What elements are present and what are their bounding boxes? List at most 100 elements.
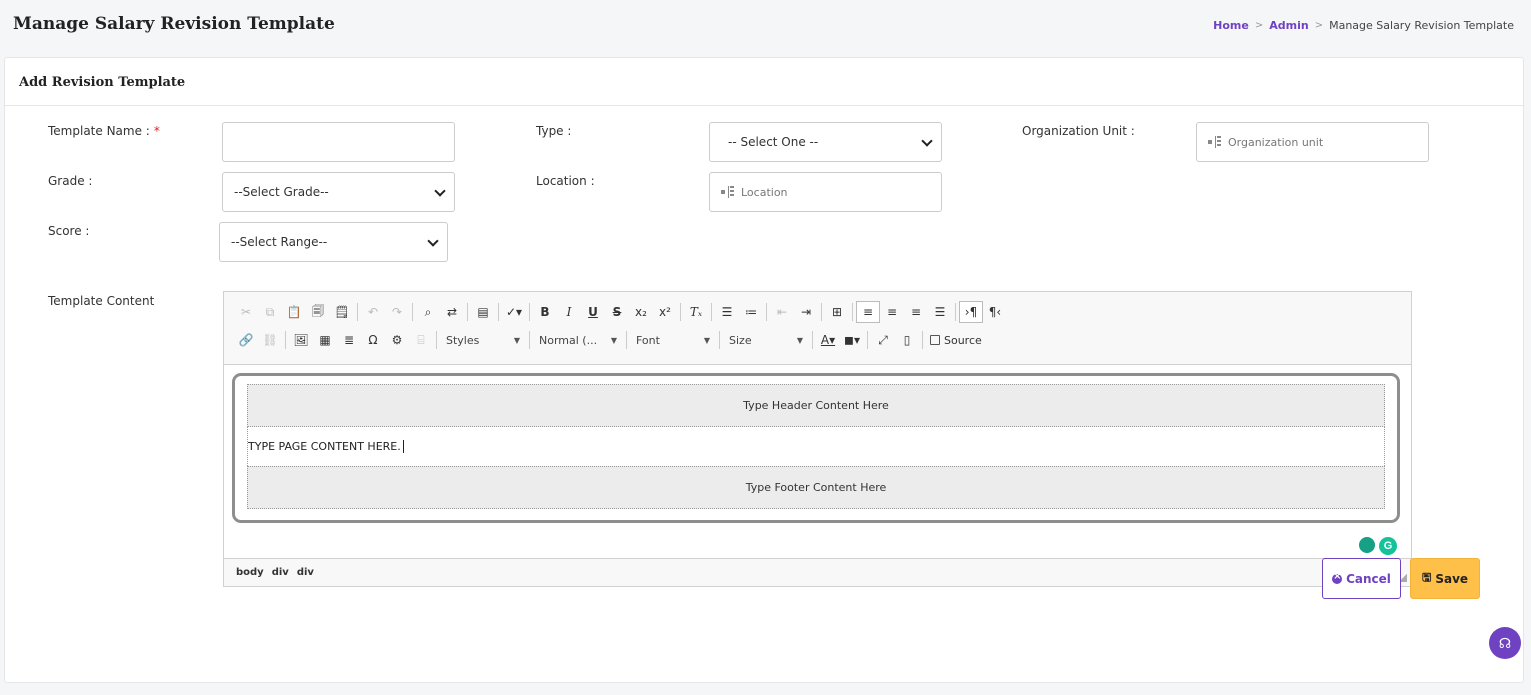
show-blocks-icon[interactable]: ▯ — [895, 329, 919, 351]
gear-icon[interactable]: ⚙ — [385, 329, 409, 351]
toolbar-row-1: ✂ ⧉ 📋 🗐 🗒 ↶ ↷ ⌕ ⇄ ▤ ✓▾ B I U S x₂ x² Tₓ … — [234, 298, 1401, 326]
type-select-value: -- Select One -- — [728, 135, 819, 149]
toolbar-divider — [436, 331, 437, 349]
toolbar-divider — [812, 331, 813, 349]
numbered-list-icon[interactable]: ☰ — [715, 301, 739, 323]
toolbar-divider — [626, 331, 627, 349]
text-direction-rtl-icon[interactable]: ¶‹ — [983, 301, 1007, 323]
grade-select[interactable]: --Select Grade-- — [222, 172, 455, 212]
breadcrumb-home-link[interactable]: Home — [1213, 19, 1249, 32]
styles-combo[interactable]: Styles ▼ — [440, 330, 526, 350]
underline-icon[interactable]: U — [581, 301, 605, 323]
bulleted-list-icon[interactable]: ≔ — [739, 301, 763, 323]
find-icon[interactable]: ⌕ — [416, 301, 440, 323]
text-direction-ltr-icon[interactable]: ›¶ — [959, 301, 983, 323]
paste-text-icon[interactable]: 🗐 — [306, 301, 330, 323]
align-center-icon[interactable]: ≡ — [880, 301, 904, 323]
paste-word-icon[interactable]: 🗒 — [330, 301, 354, 323]
strikethrough-icon[interactable]: S — [605, 301, 629, 323]
superscript-icon[interactable]: x² — [653, 301, 677, 323]
path-item[interactable]: div — [272, 567, 289, 578]
path-item[interactable]: body — [236, 567, 264, 578]
template-name-label-text: Template Name : — [48, 124, 150, 138]
score-select[interactable]: --Select Range-- — [219, 222, 448, 262]
chevron-down-icon — [921, 135, 933, 147]
align-right-icon[interactable]: ≡ — [904, 301, 928, 323]
grammarly-icon[interactable]: G — [1379, 537, 1397, 555]
font-combo[interactable]: Font ▼ — [630, 330, 716, 350]
template-body-section[interactable]: TYPE PAGE CONTENT HERE. — [247, 427, 1385, 466]
text-color-icon[interactable]: A▾ — [816, 329, 840, 351]
copy-icon[interactable]: ⧉ — [258, 301, 282, 323]
unlink-icon[interactable]: ⛓ — [258, 329, 282, 351]
breadcrumb-separator: > — [1314, 20, 1324, 31]
toolbar-divider — [719, 331, 720, 349]
horizontal-line-icon[interactable]: ≣ — [337, 329, 361, 351]
create-div-icon[interactable]: ⊞ — [825, 301, 849, 323]
toolbar-divider — [867, 331, 868, 349]
support-headset-icon[interactable]: ☊ — [1489, 627, 1521, 659]
maximize-icon[interactable]: ⤢ — [871, 329, 895, 351]
chevron-down-icon: ▼ — [796, 335, 803, 345]
link-icon[interactable]: 🔗 — [234, 329, 258, 351]
grade-label: Grade : — [48, 174, 93, 188]
toolbar-divider — [285, 331, 286, 349]
template-name-input[interactable] — [222, 122, 455, 162]
editor-content-area[interactable]: Type Header Content Here TYPE PAGE CONTE… — [224, 365, 1411, 558]
bold-icon[interactable]: B — [533, 301, 557, 323]
location-placeholder: Location — [741, 185, 788, 199]
breadcrumb-admin-link[interactable]: Admin — [1269, 19, 1308, 32]
text-caret — [402, 440, 404, 453]
path-item[interactable]: div — [297, 567, 314, 578]
grammarly-widget: G — [1359, 537, 1397, 555]
align-left-icon[interactable]: ≡ — [856, 301, 880, 323]
format-combo-label: Normal (... — [539, 333, 598, 347]
page-break-icon[interactable]: ⌸ — [409, 329, 433, 351]
card-title: Add Revision Template — [5, 58, 1523, 106]
font-combo-label: Font — [636, 333, 660, 347]
toolbar-divider — [766, 303, 767, 321]
org-unit-placeholder: Organization unit — [1228, 135, 1324, 149]
subscript-icon[interactable]: x₂ — [629, 301, 653, 323]
template-header-section[interactable]: Type Header Content Here — [247, 384, 1385, 427]
table-icon[interactable]: ▦ — [313, 329, 337, 351]
save-button[interactable]: 🖫 Save — [1410, 558, 1480, 599]
toolbar-row-2: 🔗 ⛓ 🖼 ▦ ≣ Ω ⚙ ⌸ Styles ▼ Normal (... ▼ Fon… — [234, 326, 1401, 354]
justify-icon[interactable]: ☰ — [928, 301, 952, 323]
image-icon[interactable]: 🖼 — [289, 329, 313, 351]
undo-icon[interactable]: ↶ — [361, 301, 385, 323]
size-combo[interactable]: Size ▼ — [723, 330, 809, 350]
toolbar-divider — [922, 331, 923, 349]
location-picker[interactable]: Location — [709, 172, 942, 212]
template-footer-section[interactable]: Type Footer Content Here — [247, 466, 1385, 509]
page-title: Manage Salary Revision Template — [13, 14, 335, 34]
spellcheck-icon[interactable]: ✓▾ — [502, 301, 526, 323]
toolbar-divider — [529, 303, 530, 321]
breadcrumb-current: Manage Salary Revision Template — [1329, 19, 1514, 32]
outdent-icon[interactable]: ⇤ — [770, 301, 794, 323]
cut-icon[interactable]: ✂ — [234, 301, 258, 323]
breadcrumb-separator: > — [1254, 20, 1264, 31]
select-all-icon[interactable]: ▤ — [471, 301, 495, 323]
remove-format-icon[interactable]: Tₓ — [684, 301, 708, 323]
source-button[interactable]: Source — [926, 334, 986, 347]
redo-icon[interactable]: ↷ — [385, 301, 409, 323]
required-mark: * — [153, 124, 160, 138]
special-char-icon[interactable]: Ω — [361, 329, 385, 351]
background-color-icon[interactable]: ◼▾ — [840, 329, 864, 351]
replace-icon[interactable]: ⇄ — [440, 301, 464, 323]
indent-icon[interactable]: ⇥ — [794, 301, 818, 323]
lightbulb-icon[interactable] — [1359, 537, 1375, 553]
cancel-icon — [1332, 571, 1343, 584]
location-label: Location : — [536, 174, 595, 188]
toolbar-divider — [680, 303, 681, 321]
type-select[interactable]: -- Select One -- — [709, 122, 942, 162]
italic-icon[interactable]: I — [557, 301, 581, 323]
toolbar-divider — [529, 331, 530, 349]
template-name-label: Template Name : * — [48, 124, 160, 138]
format-combo[interactable]: Normal (... ▼ — [533, 330, 623, 350]
cancel-button-label: Cancel — [1346, 571, 1391, 586]
org-unit-picker[interactable]: Organization unit — [1196, 122, 1429, 162]
paste-icon[interactable]: 📋 — [282, 301, 306, 323]
cancel-button[interactable]: Cancel — [1322, 558, 1401, 599]
